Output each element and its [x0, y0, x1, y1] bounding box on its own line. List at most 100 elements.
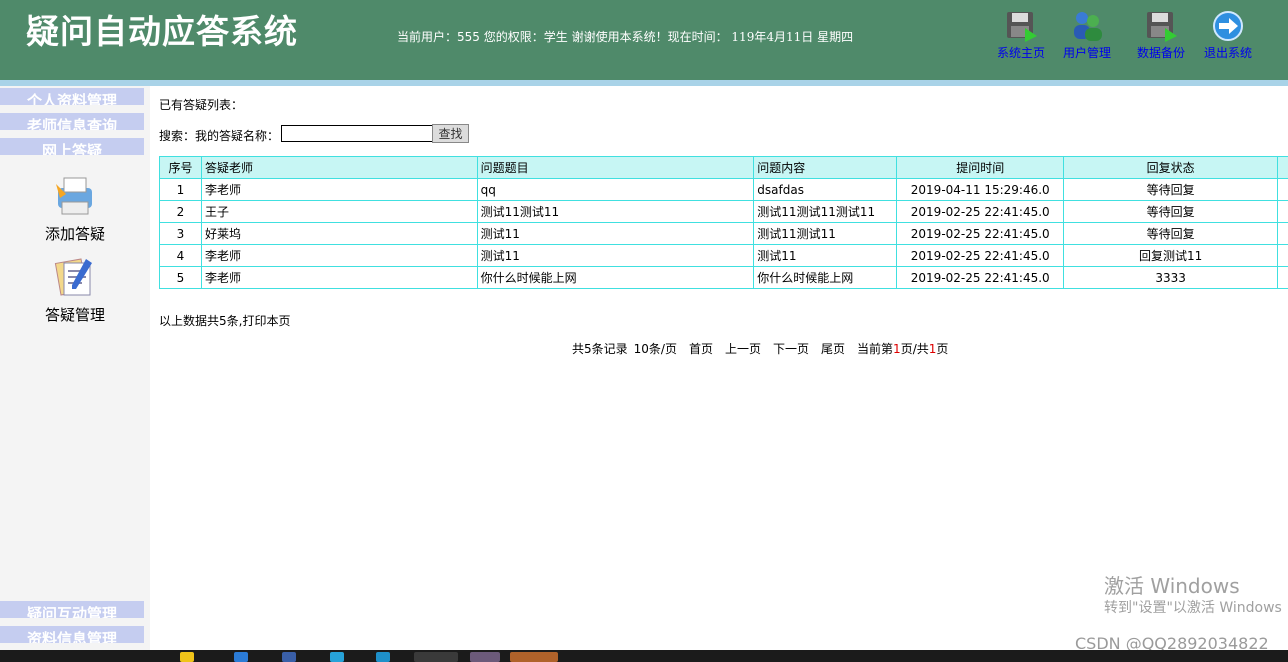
exit-button[interactable]: 退出系统 — [1193, 10, 1263, 62]
cell-time: 2019-02-25 22:41:45.0 — [896, 266, 1065, 289]
col-reply-status: 回复状态 — [1063, 156, 1278, 179]
cell-status: 3333 — [1063, 266, 1278, 289]
cell-index: 3 — [159, 222, 202, 245]
table-header-row: 序号 答疑老师 问题题目 问题内容 提问时间 回复状态 — [159, 156, 1288, 179]
add-question-label: 添加答疑 — [44, 225, 105, 243]
header-banner: 疑问自动应答系统 当前用户：555 您的权限：学生 谢谢使用本系统！现在时间： … — [0, 0, 1288, 80]
cell-status: 等待回复 — [1063, 200, 1278, 223]
perm-prefix: 您的权限： — [479, 30, 544, 44]
cell-time: 2019-02-25 22:41:45.0 — [896, 200, 1065, 223]
taskbar-eclipse-icon[interactable] — [510, 652, 558, 662]
search-label: 搜索：我的答疑名称： — [159, 129, 280, 143]
cell-extra — [1276, 244, 1288, 267]
cell-extra — [1276, 266, 1288, 289]
cell-teacher: 李老师 — [200, 266, 478, 289]
col-teacher: 答疑老师 — [200, 156, 478, 179]
menu-personal-info[interactable]: 个人资料管理 — [0, 88, 144, 105]
cell-time: 2019-04-11 15:29:46.0 — [896, 178, 1065, 201]
last-page-link[interactable]: 尾页 — [821, 342, 845, 356]
data-summary: 以上数据共5条,打印本页 — [159, 312, 290, 329]
cell-title: 测试11 — [476, 244, 755, 267]
table-row: 1 李老师 qq dsafdas 2019-04-11 15:29:46.0 等… — [159, 178, 1288, 201]
user-manage-label: 用户管理 — [1062, 46, 1111, 60]
cell-extra — [1276, 222, 1288, 245]
activate-windows-title: 激活 Windows — [1104, 574, 1240, 598]
disk-backup-icon — [1147, 12, 1177, 42]
backup-label: 数据备份 — [1136, 46, 1185, 60]
next-page-link[interactable]: 下一页 — [773, 342, 809, 356]
documents-icon — [54, 258, 92, 296]
table-row: 5 李老师 你什么时候能上网 你什么时候能上网 2019-02-25 22:41… — [159, 266, 1288, 289]
user-role: 学生 — [543, 30, 568, 44]
col-ask-time: 提问时间 — [896, 156, 1065, 179]
first-page-link[interactable]: 首页 — [689, 342, 713, 356]
menu-qa-interaction[interactable]: 疑问互动管理 — [0, 601, 144, 618]
taskbar-store-icon[interactable] — [376, 652, 390, 662]
taskbar-folder-icon[interactable] — [180, 652, 194, 662]
taskbar-chrome-icon[interactable] — [414, 652, 458, 662]
cell-title: 你什么时候能上网 — [476, 266, 755, 289]
activate-windows-hint: 转到"设置"以激活 Windows — [1104, 600, 1282, 616]
add-question-item[interactable]: 添加答疑 — [35, 174, 115, 244]
menu-material-info[interactable]: 资料信息管理 — [0, 626, 144, 643]
cell-teacher: 李老师 — [200, 178, 478, 201]
current-page-number: 1 — [893, 342, 901, 356]
user-prefix: 当前用户： — [397, 30, 458, 44]
sidebar — [0, 86, 150, 650]
table-row: 3 好莱坞 测试11 测试11测试11 2019-02-25 22:41:45.… — [159, 222, 1288, 245]
print-page-link[interactable]: 打印本页 — [242, 314, 290, 328]
current-page-info: 当前第1页/共1页 — [857, 342, 948, 356]
question-manage-item[interactable]: 答疑管理 — [35, 255, 115, 325]
current-date: 119年4月11日 — [731, 30, 814, 44]
col-index: 序号 — [159, 156, 202, 179]
cell-title: 测试11 — [476, 222, 755, 245]
list-title: 已有答疑列表： — [159, 98, 244, 112]
total-records: 共5条记录 — [572, 342, 628, 356]
pages-suffix: 页 — [936, 342, 949, 356]
disk-home-icon — [1007, 12, 1037, 42]
table-row: 4 李老师 测试11 测试11 2019-02-25 22:41:45.0 回复… — [159, 244, 1288, 267]
printer-icon — [56, 177, 92, 215]
cell-index: 4 — [159, 244, 202, 267]
question-manage-label: 答疑管理 — [44, 306, 105, 324]
search-input[interactable] — [281, 125, 433, 142]
home-label: 系统主页 — [996, 46, 1045, 60]
cell-index: 5 — [159, 266, 202, 289]
summary-text: 以上数据共5条, — [159, 314, 243, 328]
app-title: 疑问自动应答系统 — [26, 12, 298, 51]
cell-teacher: 王子 — [200, 200, 478, 223]
taskbar-browser-icon[interactable] — [234, 652, 248, 662]
cell-title: qq — [476, 178, 755, 201]
taskbar-edge-icon[interactable] — [330, 652, 344, 662]
current-weekday: 星期四 — [817, 30, 854, 44]
thanks-text: 谢谢使用本系统！现在时间： — [567, 30, 728, 44]
cell-index: 2 — [159, 200, 202, 223]
cell-status: 回复测试11 — [1063, 244, 1278, 267]
menu-online-qa[interactable]: 网上答疑 — [0, 138, 144, 155]
backup-button[interactable]: 数据备份 — [1126, 10, 1196, 62]
col-question-title: 问题题目 — [476, 156, 755, 179]
exit-label: 退出系统 — [1203, 46, 1252, 60]
cell-content: dsafdas — [753, 178, 898, 201]
cell-index: 1 — [159, 178, 202, 201]
cell-content: 测试11测试11 — [753, 222, 898, 245]
per-page: 10条/页 — [633, 342, 677, 356]
home-button[interactable]: 系统主页 — [986, 10, 1056, 62]
qa-table: 序号 答疑老师 问题题目 问题内容 提问时间 回复状态 1 李老师 qq dsa… — [159, 156, 1288, 289]
taskbar-ide-icon[interactable] — [470, 652, 500, 662]
col-extra — [1276, 156, 1288, 179]
col-question-content: 问题内容 — [753, 156, 898, 179]
taskbar-app-icon[interactable] — [282, 652, 296, 662]
user-manage-button[interactable]: 用户管理 — [1052, 10, 1122, 62]
cell-extra — [1276, 178, 1288, 201]
arrow-exit-icon — [1213, 11, 1243, 41]
user-info: 当前用户：555 您的权限：学生 谢谢使用本系统！现在时间： 119年4月11日… — [397, 28, 853, 45]
cell-title: 测试11测试11 — [476, 200, 755, 223]
search-button[interactable]: 查找 — [432, 124, 469, 143]
cell-status: 等待回复 — [1063, 222, 1278, 245]
users-icon — [1074, 12, 1102, 41]
prev-page-link[interactable]: 上一页 — [725, 342, 761, 356]
table-row: 2 王子 测试11测试11 测试11测试11测试11 2019-02-25 22… — [159, 200, 1288, 223]
cell-time: 2019-02-25 22:41:45.0 — [896, 244, 1065, 267]
menu-teacher-query[interactable]: 老师信息查询 — [0, 113, 144, 130]
